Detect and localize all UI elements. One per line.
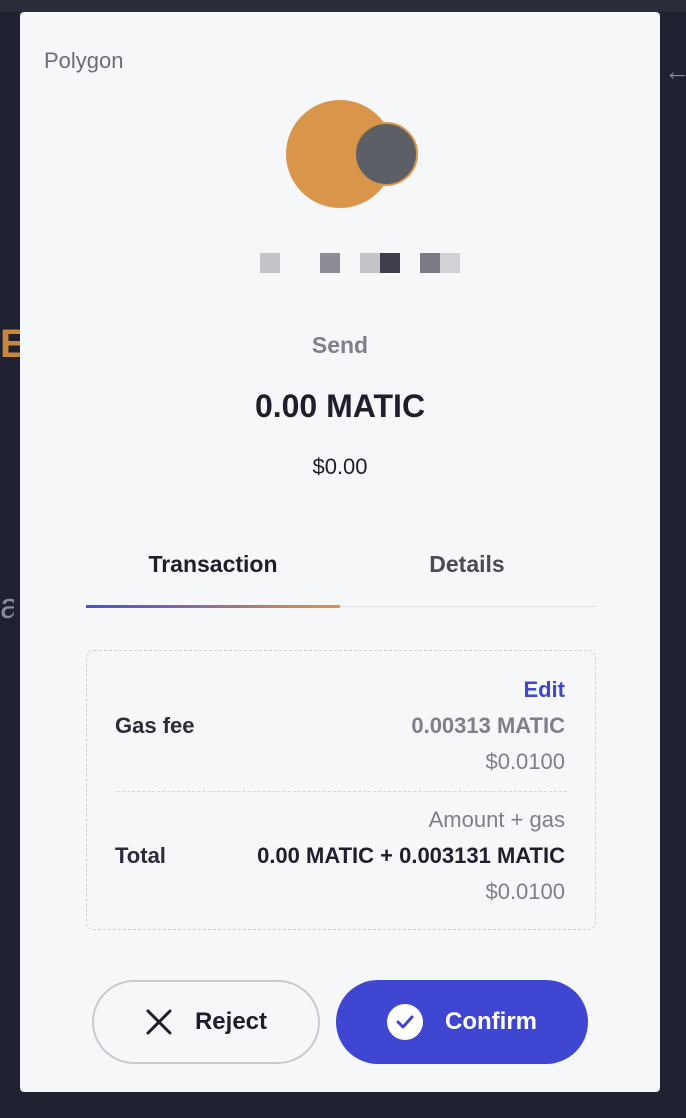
identicon-block: [380, 253, 400, 273]
reject-button[interactable]: Reject: [92, 980, 320, 1064]
gas-fee-label: Gas fee: [115, 713, 195, 738]
transaction-tabs: Transaction Details: [86, 542, 596, 608]
identicon-block: [360, 253, 380, 273]
background-window-bar: [0, 0, 686, 12]
total-crypto: 0.00 MATIC + 0.003131 MATIC: [257, 843, 565, 868]
avatar-secondary-circle: [354, 122, 418, 186]
transaction-fiat-value: $0.00: [312, 454, 368, 479]
gas-fee-fiat: $0.0100: [485, 749, 565, 774]
edit-gas-link[interactable]: Edit: [523, 677, 565, 703]
check-circle-icon: [387, 1004, 423, 1040]
total-fiat: $0.0100: [485, 879, 565, 904]
reject-button-content: Reject: [94, 982, 318, 1062]
background-text-fragment: E: [0, 322, 20, 366]
reject-button-label: Reject: [194, 1008, 268, 1035]
fee-summary-card: Edit Gas fee 0.00313 MATIC $0.0100 Amoun…: [86, 650, 596, 930]
account-avatar: [286, 100, 426, 208]
close-icon: [145, 1008, 173, 1036]
identicon-block: [420, 253, 440, 273]
confirm-transaction-modal: Polygon Send 0.00 MATIC $0.00 Transactio…: [20, 12, 660, 1092]
network-label: Polygon: [44, 48, 124, 73]
transaction-type: Send: [311, 332, 369, 358]
tab-baseline: [340, 606, 596, 607]
tab-transaction[interactable]: Transaction: [86, 542, 340, 608]
identicon-block: [440, 253, 460, 273]
gas-fee-crypto: 0.00313 MATIC: [411, 713, 565, 738]
tab-details[interactable]: Details: [340, 542, 594, 608]
confirm-button-label: Confirm: [445, 1008, 537, 1035]
fee-divider: [117, 791, 567, 792]
total-label: Total: [115, 843, 166, 868]
confirm-button-content: Confirm: [336, 980, 588, 1064]
total-sublabel: Amount + gas: [428, 807, 565, 832]
confirm-button[interactable]: Confirm: [336, 980, 588, 1064]
background-text-fragment: a: [0, 585, 14, 626]
transaction-amount: 0.00 MATIC: [254, 388, 426, 424]
back-arrow-icon[interactable]: ←: [664, 56, 686, 87]
active-tab-indicator: [86, 605, 340, 608]
address-identicon-blocks: [260, 253, 470, 273]
identicon-block: [260, 253, 280, 273]
identicon-block: [320, 253, 340, 273]
